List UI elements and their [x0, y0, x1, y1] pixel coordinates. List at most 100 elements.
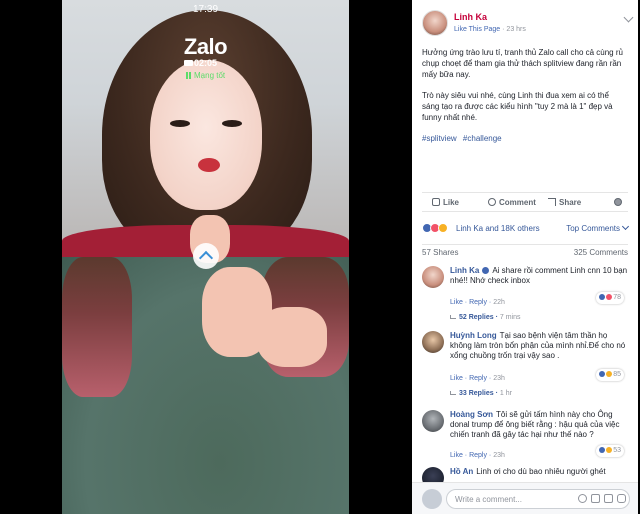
like-page-link[interactable]: Like This Page: [454, 26, 500, 33]
comment-body: Linh Ka Ai share rồi comment Linh cnn 10 …: [450, 266, 628, 286]
comment-body: Huỳnh Long Tại sao bệnh viện tâm thần họ …: [450, 331, 628, 361]
comment-text: Linh ơi cho dù bao nhiêu người ghét: [476, 467, 606, 476]
call-timer: 02:05: [193, 58, 218, 68]
comments-count[interactable]: 325 Comments: [574, 248, 628, 257]
comment-like-link[interactable]: Like: [450, 299, 463, 306]
post-paragraph-1: Hưởng ứng trào lưu tí, tranh thủ Zalo ca…: [422, 48, 623, 79]
replies-count: 33 Replies: [459, 390, 494, 397]
commenter-avatar[interactable]: [422, 266, 444, 288]
reaction-count: 53: [613, 447, 621, 454]
like-reaction-icon: [599, 371, 606, 377]
haha-reaction-icon[interactable]: [438, 223, 448, 233]
like-label: Like: [443, 198, 460, 207]
camera-icon[interactable]: [591, 494, 600, 503]
right-eye: [222, 120, 242, 127]
comment-actions: Like · Reply · 23h: [450, 452, 505, 459]
post-time[interactable]: 23 hrs: [506, 26, 525, 33]
comment-input[interactable]: Write a comment...: [446, 489, 630, 509]
comment-reaction-badge[interactable]: 53: [596, 445, 624, 457]
share-button[interactable]: Share: [548, 198, 581, 207]
love-reaction-icon: [606, 294, 613, 300]
reaction-count: 78: [613, 294, 621, 301]
commenter-name[interactable]: Huỳnh Long: [450, 331, 497, 340]
comment-reaction-badge[interactable]: 78: [596, 292, 624, 304]
profile-selector[interactable]: [614, 198, 625, 207]
action-bar: Like Comment Share: [422, 192, 628, 212]
verified-icon: [482, 267, 490, 274]
comment-reply-link[interactable]: Reply: [469, 299, 487, 306]
comment-reply-link[interactable]: Reply: [469, 452, 487, 459]
arm-shape: [257, 307, 327, 367]
comment-item: Linh Ka Ai share rồi comment Linh cnn 10 …: [422, 266, 628, 326]
comment-like-link[interactable]: Like: [450, 452, 463, 459]
page-name-link[interactable]: Linh Ka: [454, 12, 487, 22]
speech-bubble-icon: [488, 198, 496, 206]
view-replies-link[interactable]: 33 Replies · 1 hr: [450, 390, 512, 397]
post-paragraph-2: Trò này siêu vui nhé, cùng Linh thi đua …: [422, 91, 613, 122]
share-label: Share: [559, 198, 582, 207]
left-eye: [170, 120, 190, 127]
share-arrow-icon: [548, 198, 556, 206]
comment-label: Comment: [499, 198, 536, 207]
chevron-down-icon[interactable]: [623, 12, 634, 23]
comment-like-link[interactable]: Like: [450, 375, 463, 382]
shares-row: 57 Shares 325 Comments: [422, 244, 628, 258]
comment-button[interactable]: Comment: [488, 198, 536, 207]
facebook-post-panel: Linh Ka Like This Page · 23 hrs Hưởng ứn…: [412, 0, 638, 514]
page-avatar[interactable]: [422, 10, 448, 36]
replies-count: 52 Replies: [459, 314, 494, 321]
call-status: Mạng tốt: [194, 71, 226, 80]
emoji-icon[interactable]: [578, 494, 587, 503]
commenter-name[interactable]: Hoàng Sơn: [450, 410, 493, 419]
comment-time: 23h: [493, 375, 505, 382]
replies-time: 7 mins: [499, 314, 521, 321]
reaction-count: 85: [613, 371, 621, 378]
avatar-icon: [614, 198, 622, 206]
comment-composer: Write a comment...: [412, 482, 638, 514]
comment-actions: Like · Reply · 23h: [450, 375, 505, 382]
comment-time: 22h: [493, 299, 505, 306]
haha-reaction-icon: [606, 447, 613, 453]
commenter-avatar[interactable]: [422, 410, 444, 432]
chevron-up-icon[interactable]: [193, 243, 219, 269]
sticker-icon[interactable]: [617, 494, 626, 503]
hashtags: #splitview #challenge: [422, 133, 628, 144]
zalo-logo: Zalo: [183, 34, 228, 59]
shares-count[interactable]: 57 Shares: [422, 248, 458, 257]
signal-icon: [186, 72, 191, 79]
split-photo[interactable]: 17:39 Zalo 02:05 Mạng tốt: [62, 0, 349, 514]
post-text: Hưởng ứng trào lưu tí, tranh thủ Zalo ca…: [422, 47, 628, 154]
commenter-name[interactable]: Linh Ka: [450, 266, 479, 275]
commenter-name[interactable]: Hồ An: [450, 467, 473, 476]
commenter-avatar[interactable]: [422, 331, 444, 353]
comment-actions: Like · Reply · 22h: [450, 299, 505, 306]
post-header: Linh Ka Like This Page · 23 hrs: [422, 10, 634, 40]
reply-arrow-icon: [450, 315, 456, 319]
replies-time: 1 hr: [499, 390, 512, 397]
reactions-row: Linh Ka and 18K others Top Comments: [422, 222, 628, 236]
photo-bottom-half: [62, 257, 349, 514]
top-comments-dropdown[interactable]: Top Comments: [566, 224, 628, 233]
comment-body: Hoàng Sơn Tôi sẽ gửi tấm hình này cho Ông…: [450, 410, 628, 440]
reaction-summary[interactable]: Linh Ka and 18K others: [456, 224, 540, 233]
hair-bottom-left: [62, 257, 132, 397]
post-meta: Like This Page · 23 hrs: [454, 26, 526, 33]
like-reaction-icon: [599, 447, 606, 453]
view-replies-link[interactable]: 52 Replies · 7 mins: [450, 314, 521, 321]
current-user-avatar: [422, 489, 442, 509]
thumbs-up-icon: [432, 198, 440, 206]
comment-item: Hồ An Linh ơi cho dù bao nhiêu người ghét: [422, 467, 628, 489]
hashtag-link[interactable]: #splitview: [422, 134, 457, 143]
comment-reply-link[interactable]: Reply: [469, 375, 487, 382]
haha-reaction-icon: [606, 371, 613, 377]
face-shape: [150, 60, 262, 210]
comment-reaction-badge[interactable]: 85: [596, 369, 624, 381]
lips-shape: [198, 158, 220, 172]
like-button[interactable]: Like: [432, 198, 459, 207]
like-reaction-icon: [599, 294, 606, 300]
comment-time: 23h: [493, 452, 505, 459]
hashtag-link[interactable]: #challenge: [463, 134, 502, 143]
gif-icon[interactable]: [604, 494, 613, 503]
reply-arrow-icon: [450, 391, 456, 395]
comment-item: Hoàng Sơn Tôi sẽ gửi tấm hình này cho Ông…: [422, 410, 628, 462]
